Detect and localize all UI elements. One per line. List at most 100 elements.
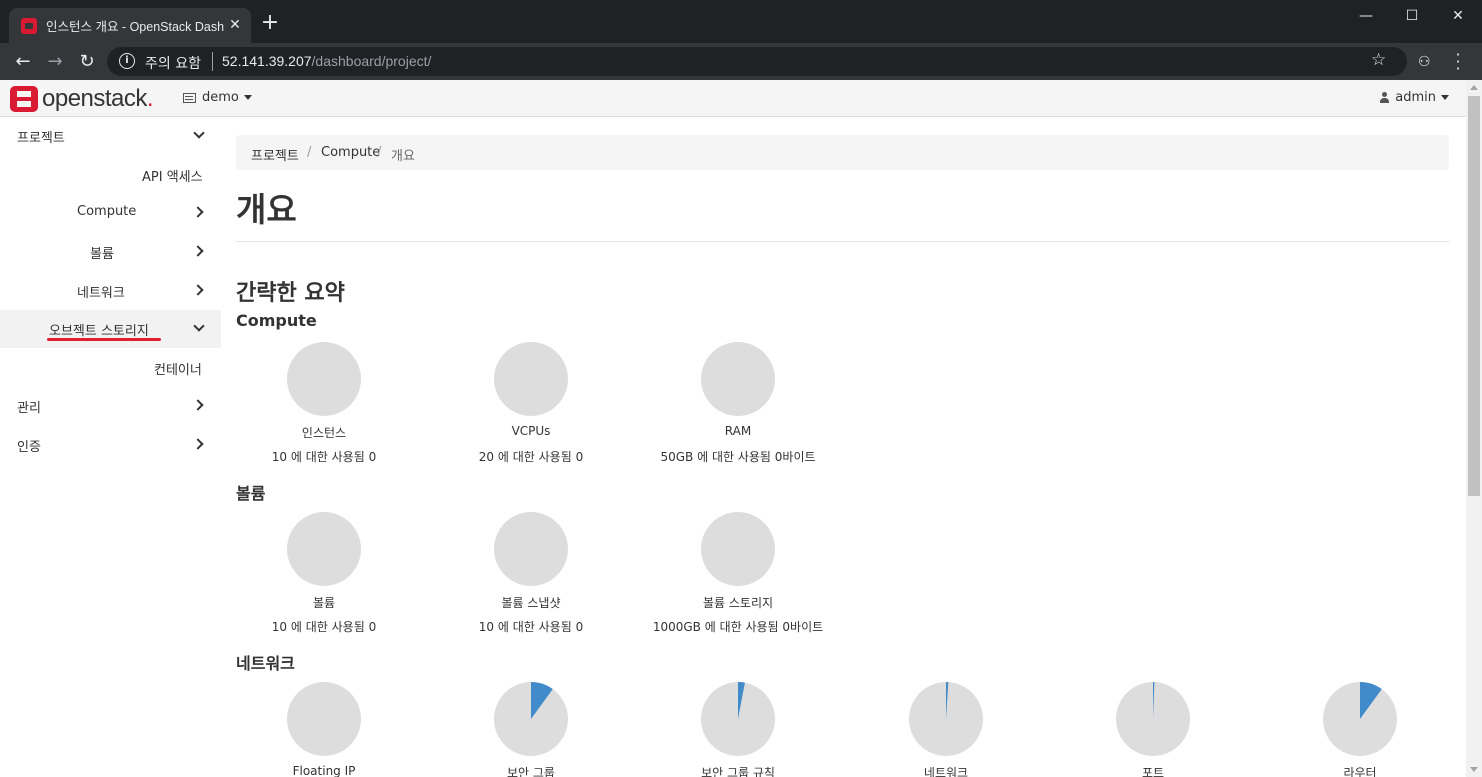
section-title-compute: Compute bbox=[236, 311, 317, 330]
quota-label: Floating IP bbox=[292, 764, 356, 777]
pie-chart bbox=[909, 682, 983, 756]
close-tab-icon[interactable]: ✕ bbox=[227, 17, 243, 33]
browser-toolbar: ← → ↻ i 주의 요함 52.141.39.207/dashboard/pr… bbox=[0, 43, 1482, 80]
sidebar-item-identity[interactable]: 인증 bbox=[0, 426, 221, 464]
pie-background bbox=[287, 342, 361, 416]
back-icon[interactable]: ← bbox=[10, 49, 36, 75]
maximize-icon[interactable]: ☐ bbox=[1389, 0, 1435, 32]
sidebar-item-volumes[interactable]: 볼륨 bbox=[0, 233, 221, 271]
pie-background bbox=[287, 512, 361, 586]
new-tab-icon[interactable]: + bbox=[259, 12, 281, 34]
security-warning[interactable]: 주의 요함 bbox=[145, 53, 201, 73]
quota-usage: 10 에 대한 사용됨 0 bbox=[271, 620, 377, 634]
minimize-icon[interactable]: — bbox=[1343, 0, 1389, 32]
sidebar-item-api-access[interactable]: API 액세스 bbox=[0, 156, 221, 194]
quota-chart-volumes: 볼륨 10 에 대한 사용됨 0 bbox=[214, 512, 434, 642]
pie-chart bbox=[1323, 682, 1397, 756]
openstack-logo[interactable]: openstack. bbox=[10, 85, 154, 113]
chevron-right-icon bbox=[192, 206, 204, 218]
info-icon[interactable]: i bbox=[119, 53, 135, 69]
scrollbar-thumb[interactable] bbox=[1468, 96, 1480, 496]
project-icon bbox=[183, 92, 196, 103]
quota-label: 보안 그룹 규칙 bbox=[701, 766, 775, 777]
user-name: admin bbox=[1395, 90, 1436, 105]
chevron-right-icon bbox=[192, 245, 204, 257]
chevron-right-icon bbox=[192, 399, 204, 411]
page-scrollbar[interactable] bbox=[1466, 80, 1482, 777]
pie-background bbox=[701, 512, 775, 586]
scroll-down-arrow-icon[interactable] bbox=[1470, 767, 1478, 772]
quota-chart-networks: 네트워크 bbox=[836, 682, 1056, 777]
breadcrumb-compute[interactable]: Compute bbox=[321, 145, 380, 160]
pie-chart bbox=[1116, 682, 1190, 756]
extension-icon[interactable]: ⚇ bbox=[1418, 54, 1431, 70]
pie-background bbox=[494, 342, 568, 416]
app-header: openstack. demo admin bbox=[0, 80, 1466, 117]
tab-title: 인스턴스 개요 - OpenStack Dash bbox=[46, 20, 225, 34]
openstack-logo-icon bbox=[10, 86, 38, 112]
sidebar-item-admin[interactable]: 관리 bbox=[0, 387, 221, 425]
quota-label: 포트 bbox=[1141, 766, 1165, 777]
project-dropdown[interactable]: demo bbox=[183, 90, 252, 105]
scroll-up-arrow-icon[interactable] bbox=[1470, 85, 1478, 90]
sidebar-item-containers[interactable]: 컨테이너 bbox=[0, 349, 221, 387]
forward-icon[interactable]: → bbox=[42, 49, 68, 75]
quota-label: 인스턴스 bbox=[301, 426, 347, 440]
browser-menu-icon[interactable]: · · · bbox=[1453, 47, 1463, 77]
quota-label: 볼륨 스냅샷 bbox=[501, 596, 561, 610]
caret-down-icon bbox=[243, 95, 252, 100]
breadcrumb: 프로젝트 / Compute / 개요 bbox=[236, 135, 1449, 170]
sidebar-item-compute[interactable]: Compute bbox=[0, 194, 221, 232]
caret-down-icon bbox=[1441, 95, 1449, 100]
quota-chart-volume-storage: 볼륨 스토리지 1000GB 에 대한 사용됨 0바이트 bbox=[628, 512, 848, 642]
window-close-icon[interactable]: ✕ bbox=[1435, 0, 1481, 32]
chevron-down-icon bbox=[193, 127, 205, 139]
pie-background bbox=[287, 682, 361, 756]
browser-titlebar: 인스턴스 개요 - OpenStack Dash ✕ + — ☐ ✕ bbox=[0, 0, 1482, 43]
chevron-right-icon bbox=[192, 438, 204, 450]
annotation-underline bbox=[47, 338, 161, 341]
pie-chart bbox=[701, 512, 775, 586]
breadcrumb-project[interactable]: 프로젝트 bbox=[251, 145, 299, 164]
section-title-network: 네트워크 bbox=[236, 654, 295, 673]
quota-label: 보안 그룹 bbox=[507, 766, 555, 777]
quota-chart-vcpus: VCPUs 20 에 대한 사용됨 0 bbox=[421, 342, 641, 472]
openstack-favicon-icon bbox=[21, 17, 37, 34]
quota-usage: 20 에 대한 사용됨 0 bbox=[478, 450, 584, 464]
section-title-volumes: 볼륨 bbox=[236, 484, 266, 503]
breadcrumb-overview: 개요 bbox=[391, 149, 415, 164]
user-dropdown[interactable]: admin bbox=[1380, 90, 1449, 105]
sidebar-item-project[interactable]: 프로젝트 bbox=[0, 117, 221, 155]
pie-chart bbox=[287, 512, 361, 586]
quota-chart-instances: 인스턴스 10 에 대한 사용됨 0 bbox=[214, 342, 434, 472]
user-icon bbox=[1380, 92, 1390, 103]
page-title: 개요 bbox=[236, 190, 297, 229]
quota-chart-security-groups: 보안 그룹 bbox=[421, 682, 641, 777]
pie-chart bbox=[701, 342, 775, 416]
pie-chart bbox=[494, 342, 568, 416]
sidebar-item-network[interactable]: 네트워크 bbox=[0, 272, 221, 310]
pie-background bbox=[494, 512, 568, 586]
brand-name: openstack bbox=[42, 85, 147, 112]
quota-chart-floating-ip: Floating IP bbox=[214, 682, 434, 777]
quota-usage: 10 에 대한 사용됨 0 bbox=[271, 450, 377, 464]
quota-chart-volume-snapshots: 볼륨 스냅샷 10 에 대한 사용됨 0 bbox=[421, 512, 641, 642]
quota-usage: 10 에 대한 사용됨 0 bbox=[478, 620, 584, 634]
divider bbox=[236, 241, 1449, 242]
browser-tab[interactable]: 인스턴스 개요 - OpenStack Dash ✕ bbox=[9, 8, 251, 43]
bookmark-star-icon[interactable]: ☆ bbox=[1371, 50, 1386, 70]
sidebar-item-object-storage[interactable]: 오브젝트 스토리지 bbox=[0, 310, 221, 348]
quota-chart-ram: RAM 50GB 에 대한 사용됨 0바이트 bbox=[628, 342, 848, 472]
quota-label: 볼륨 bbox=[312, 596, 336, 610]
quota-label: VCPUs bbox=[511, 424, 551, 438]
pie-chart bbox=[494, 682, 568, 756]
address-bar[interactable]: i 주의 요함 52.141.39.207/dashboard/project/… bbox=[107, 47, 1407, 76]
pie-chart bbox=[287, 342, 361, 416]
quota-label: RAM bbox=[724, 424, 752, 438]
summary-title: 간략한 요약 bbox=[236, 281, 345, 306]
sidebar: 프로젝트 API 액세스 Compute 볼륨 네트워크 오브젝트 스토리지 컨… bbox=[0, 117, 221, 777]
url-text[interactable]: 52.141.39.207/dashboard/project/ bbox=[222, 53, 431, 69]
quota-chart-routers: 라우터 bbox=[1250, 682, 1470, 777]
pie-chart bbox=[287, 682, 361, 756]
reload-icon[interactable]: ↻ bbox=[74, 49, 100, 75]
